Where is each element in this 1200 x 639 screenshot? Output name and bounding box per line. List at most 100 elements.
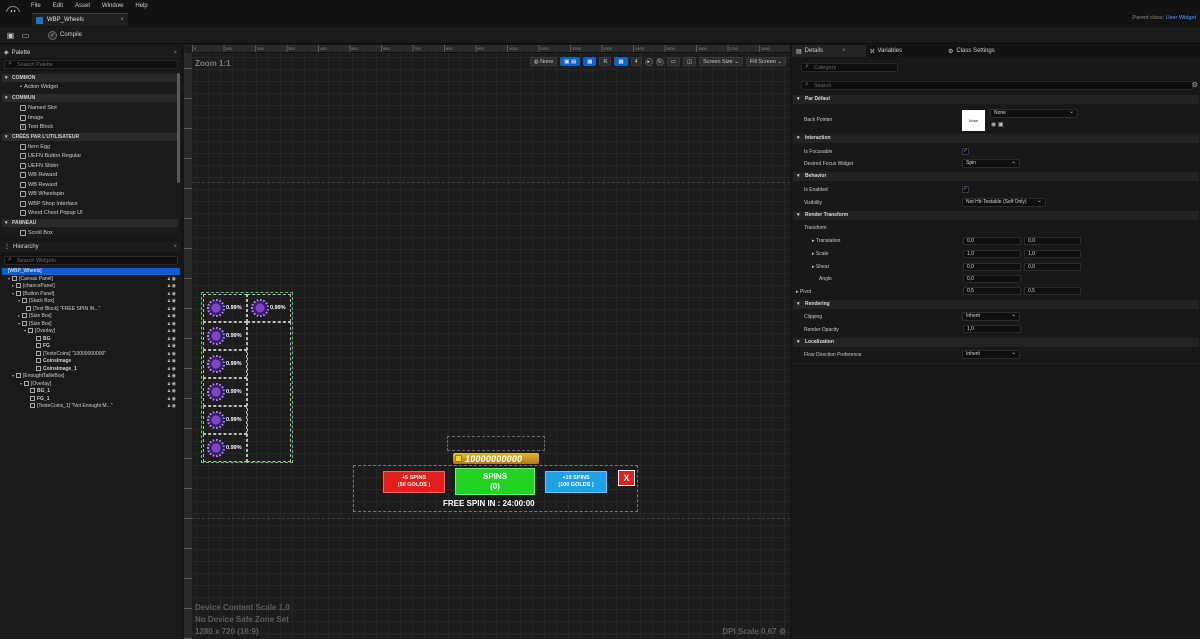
screen-size-dropdown[interactable]: Screen Size ⌄ <box>699 57 743 66</box>
desired-focus-dropdown[interactable]: Spin <box>962 159 1020 168</box>
menu-edit[interactable]: Edit <box>53 3 63 9</box>
compile-button[interactable]: ✓ Compile <box>48 30 82 40</box>
tree-row[interactable]: ▾ [Canvas Panel] 🔒︎ ◉ <box>2 276 180 283</box>
chance-cell[interactable]: 0.99% <box>203 378 247 406</box>
close-icon[interactable]: × <box>173 50 177 56</box>
tree-row[interactable]: FG_1 🔒︎ ◉ <box>2 396 180 403</box>
tree-row[interactable]: ▸ [Size Box] 🔒︎ ◉ <box>2 313 180 320</box>
doc-tab-wbp-wheels[interactable]: WBP_Wheels × <box>32 13 128 26</box>
pivot-y-input[interactable]: 0,5 <box>1024 287 1081 295</box>
visibility-eye-icon[interactable]: 🔒︎ ◉ <box>168 276 176 282</box>
visibility-eye-icon[interactable]: 🔒︎ ◉ <box>168 313 176 319</box>
tab-details[interactable]: ▤ Details × <box>792 45 866 57</box>
expand-icon[interactable]: ▸ <box>812 264 815 270</box>
hierarchy-search-input[interactable]: Search Widgets <box>4 256 178 265</box>
shear-y-input[interactable]: 0,0 <box>1024 263 1081 271</box>
palette-item-user-widget[interactable]: WB Wheelspin <box>20 190 64 198</box>
render-opacity-input[interactable]: 1,0 <box>963 325 1021 333</box>
close-icon[interactable]: × <box>842 48 846 54</box>
visibility-eye-icon[interactable]: 🔒︎ ◉ <box>168 388 176 394</box>
clipping-dropdown[interactable]: Inherit <box>962 312 1020 321</box>
play-icon[interactable]: ▸ <box>644 57 653 66</box>
grid-size-button[interactable]: ▦ <box>614 57 628 66</box>
visibility-eye-icon[interactable]: 🔒︎ ◉ <box>168 298 176 304</box>
tree-row-root[interactable]: [WBP_Wheels] <box>2 268 180 275</box>
gear-icon[interactable]: ⚙ <box>779 627 786 636</box>
tree-row[interactable]: [TexteCoins_1] "Not Enought M..." 🔒︎ ◉ <box>2 403 180 410</box>
flow-direction-dropdown[interactable]: Inherit <box>962 350 1020 359</box>
preview-icon[interactable]: ◫ <box>682 57 697 66</box>
tab-class-settings[interactable]: ⚙ Class Settings <box>944 45 1044 57</box>
tree-row[interactable]: [TexteCoins] "10000000000" 🔒︎ ◉ <box>2 351 180 358</box>
palette-category-common[interactable]: COMMON <box>2 74 178 82</box>
close-icon[interactable]: × <box>173 244 177 250</box>
expand-icon[interactable]: ▸ <box>812 238 815 244</box>
grid-size-value[interactable]: 4 <box>630 57 642 66</box>
chance-cell[interactable]: 0.99% <box>203 406 247 434</box>
palette-item-named-slot[interactable]: Named Slot <box>20 104 57 112</box>
palette-item-user-widget[interactable]: Item Egg <box>20 143 50 151</box>
visibility-eye-icon[interactable]: 🔒︎ ◉ <box>168 358 176 364</box>
palette-item-scroll-box[interactable]: Scroll Box <box>20 229 53 237</box>
chance-column-empty[interactable] <box>247 322 291 462</box>
section-render-transform[interactable]: Render Transform <box>793 211 1199 220</box>
settings-icon[interactable]: ⚙ <box>1192 81 1198 89</box>
visibility-eye-icon[interactable]: 🔒︎ ◉ <box>168 373 176 379</box>
palette-item-text-block[interactable]: T Text Block <box>20 123 53 131</box>
details-search-input[interactable]: Search <box>801 81 1193 90</box>
angle-input[interactable]: 0,0 <box>963 275 1021 283</box>
tree-row[interactable]: ▾ [EnoughtTailleBox] 🔒︎ ◉ <box>2 373 180 380</box>
palette-item-user-widget[interactable]: Wood Chest Popup UI <box>20 209 83 217</box>
browse-icons[interactable]: ◉ ▣ <box>991 121 1004 128</box>
chance-cell[interactable]: 0.99% <box>203 350 247 378</box>
tree-row[interactable]: CoinsImage 🔒︎ ◉ <box>2 358 180 365</box>
visibility-eye-icon[interactable]: 🔒︎ ◉ <box>168 336 176 342</box>
tree-row[interactable]: ▾ [Overlay] 🔒︎ ◉ <box>2 328 180 335</box>
coins-display[interactable]: 10000000000 <box>453 453 539 464</box>
tab-variables[interactable]: ℵ Variables <box>866 45 944 57</box>
section-behavior[interactable]: Behavior <box>793 172 1199 181</box>
tree-row[interactable]: BG_1 🔒︎ ◉ <box>2 388 180 395</box>
menu-asset[interactable]: Asset <box>75 3 90 9</box>
tree-row[interactable]: ▸ [chancePanel] 🔒︎ ◉ <box>2 283 180 290</box>
browse-folder-icon[interactable]: ▭ <box>21 31 30 40</box>
shear-x-input[interactable]: 0,0 <box>963 263 1021 271</box>
designer-canvas[interactable]: 0 100 200 300 400 500 600 700 800 900 10… <box>184 45 790 639</box>
buy-5-spins-button[interactable]: +5 SPINS (50 GOLDS ) <box>383 471 445 493</box>
palette-item-user-widget[interactable]: UEFN Button Regular <box>20 152 81 160</box>
palette-search-input[interactable]: Search Palette <box>4 60 178 69</box>
palette-category-commun[interactable]: COMMUN <box>2 94 178 102</box>
visibility-eye-icon[interactable]: 🔒︎ ◉ <box>168 403 176 409</box>
visibility-eye-icon[interactable]: 🔒︎ ◉ <box>168 328 176 334</box>
palette-category-user-created[interactable]: CRÉÉS PAR L'UTILISATEUR <box>2 133 178 141</box>
r-toggle-button[interactable]: R <box>599 57 612 66</box>
visibility-eye-icon[interactable]: 🔒︎ ◉ <box>168 291 176 297</box>
section-interaction[interactable]: Interaction <box>793 134 1199 143</box>
tree-row[interactable]: ▾ [Button Panel] 🔒︎ ◉ <box>2 291 180 298</box>
expand-icon[interactable]: ▸ <box>796 289 799 295</box>
chance-cell[interactable]: 0.99% <box>247 294 291 322</box>
back-pointer-dropdown[interactable]: None <box>990 109 1078 118</box>
visibility-eye-icon[interactable]: 🔒︎ ◉ <box>168 343 176 349</box>
visibility-eye-icon[interactable]: 🔒︎ ◉ <box>168 306 176 312</box>
palette-item-user-widget[interactable]: WBP Shop Interface <box>20 200 78 208</box>
tree-row[interactable]: FG 🔒︎ ◉ <box>2 343 180 350</box>
palette-item-image[interactable]: Image <box>20 114 43 122</box>
visibility-eye-icon[interactable]: 🔒︎ ◉ <box>168 283 176 289</box>
scale-y-input[interactable]: 1,0 <box>1024 250 1081 258</box>
menu-file[interactable]: File <box>31 3 41 9</box>
menu-window[interactable]: Window <box>102 3 123 9</box>
scale-x-input[interactable]: 1,0 <box>963 250 1021 258</box>
category-input[interactable]: Category <box>801 63 898 72</box>
tree-row[interactable]: CoinsImage_1 🔒︎ ◉ <box>2 366 180 373</box>
tree-row[interactable]: ▾ [Stack Box] 🔒︎ ◉ <box>2 298 180 305</box>
palette-item-action-widget[interactable]: • Action Widget <box>20 83 58 91</box>
tree-row[interactable]: ▾ [Size Box] 🔒︎ ◉ <box>2 321 180 328</box>
section-rendering[interactable]: Rendering <box>793 300 1199 309</box>
spin-button[interactable]: SPINS (0) <box>455 468 535 495</box>
back-pointer-thumbnail[interactable]: None <box>962 110 985 131</box>
enough-size-box[interactable] <box>447 436 545 451</box>
lock-toggle-button[interactable]: ▣ ▤ <box>560 57 581 66</box>
expand-icon[interactable]: ▸ <box>812 251 815 257</box>
tree-row[interactable]: ▾ [Overlay] 🔒︎ ◉ <box>2 381 180 388</box>
